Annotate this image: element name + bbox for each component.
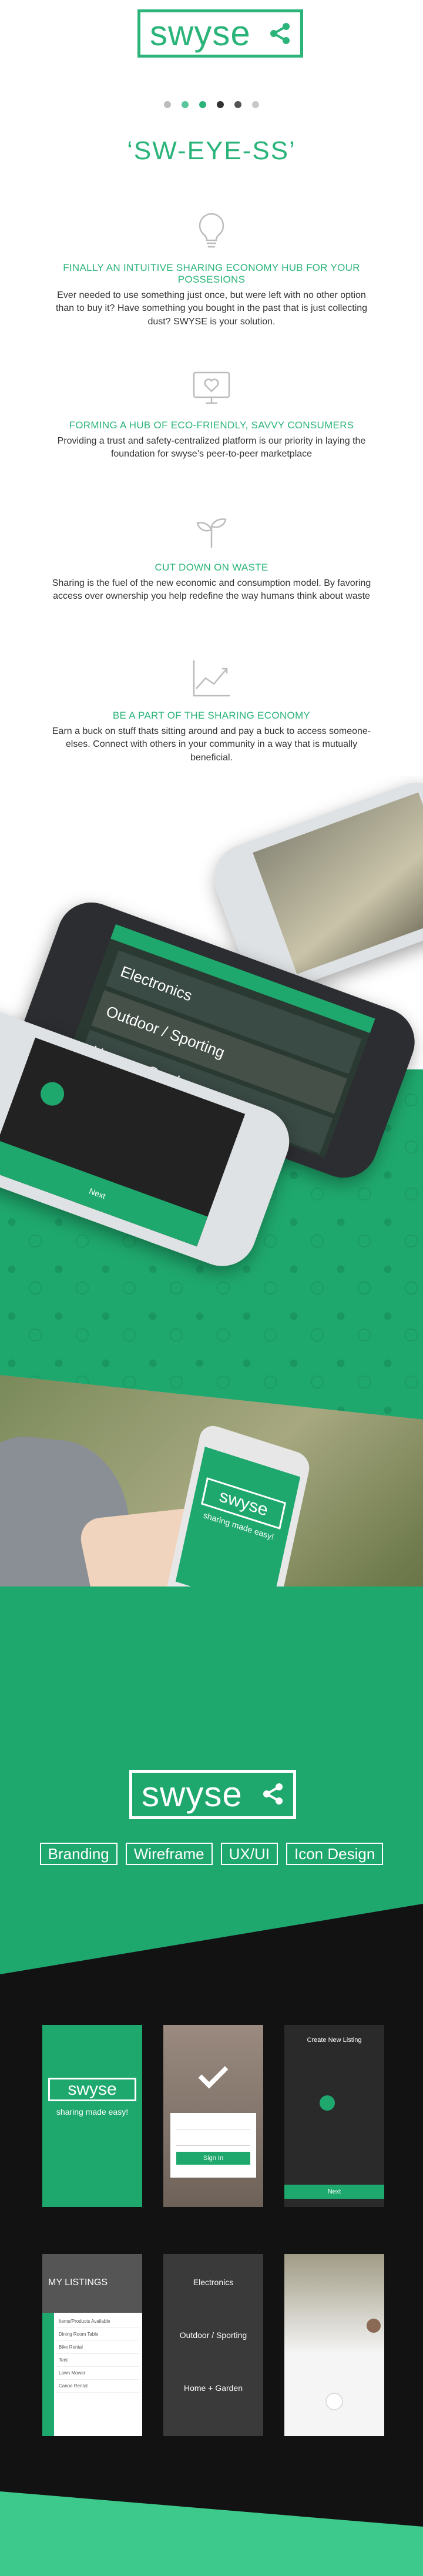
create-listing-title: Create New Listing [307, 2037, 362, 2044]
pagination-dot[interactable] [182, 101, 189, 108]
pagination-dots [0, 101, 423, 108]
share-icon [263, 1783, 283, 1804]
feature-body: Earn a buck on stuff thats sitting aroun… [52, 726, 371, 763]
signin-button[interactable]: Sign In [176, 2152, 250, 2165]
feature-title: FORMING A HUB OF ECO-FRIENDLY, SAVVY CON… [69, 420, 354, 431]
category-label[interactable]: Outdoor / Sporting [163, 2330, 263, 2340]
listing-list: Items/Products Available Dining Room Tabl… [56, 2315, 139, 2393]
feature-body: Ever needed to use something just once, … [55, 290, 368, 327]
heart-screen-icon [193, 371, 230, 404]
swyse-logo-white: swyse [129, 1770, 296, 1819]
next-label: Next [327, 2188, 341, 2195]
sprout-icon [196, 518, 227, 548]
heart-icon[interactable] [325, 2393, 343, 2410]
logo-wordmark: swyse [150, 14, 251, 53]
dark-panel [0, 1904, 423, 2576]
phone-screen [253, 792, 423, 974]
signin-label: Sign In [203, 2155, 224, 2162]
pagination-dot[interactable] [217, 101, 224, 108]
tile-logo: swyse [48, 2078, 136, 2101]
list-item[interactable]: Canoe Rental [56, 2380, 139, 2393]
pronunciation: ‘SW-EYE-SS’ [127, 136, 296, 165]
pagination-dot[interactable] [199, 101, 206, 108]
feature-title: CUT DOWN ON WASTE [155, 562, 268, 573]
screen-my-listings: MY LISTINGS Items/Products Available Dini… [42, 2254, 142, 2436]
email-field[interactable] [176, 2119, 250, 2129]
feature-title: BE A PART OF THE SHARING ECONOMY [112, 710, 311, 721]
pagination-dot[interactable] [252, 101, 259, 108]
category-label[interactable]: Electronics [163, 2278, 263, 2287]
list-item[interactable]: Items/Products Available [56, 2315, 139, 2328]
feature-block: FINALLY AN INTUITIVE SHARING ECONOMY HUB… [47, 207, 376, 328]
swyse-logo: swyse [137, 9, 303, 58]
feature-title: FINALLY AN INTUITIVE SHARING ECONOMY HUB… [63, 262, 360, 285]
screen-categories: Electronics Outdoor / Sporting Home + Ga… [163, 2254, 263, 2436]
service-tag: Branding [39, 1843, 118, 1865]
screen-create-listing: Create New Listing Next [284, 2025, 384, 2207]
feature-body: Sharing is the fuel of the new economic … [52, 578, 371, 602]
growth-chart-icon [193, 660, 230, 697]
list-item[interactable]: Bike Rental [56, 2341, 139, 2354]
service-tag: Icon Design [286, 1843, 384, 1865]
logo-wordmark: swyse [142, 1775, 243, 1814]
tile-tagline: sharing made easy! [56, 2107, 129, 2117]
feature-body: Providing a trust and safety-centralized… [57, 436, 366, 459]
next-button[interactable]: Next [284, 2185, 384, 2199]
service-tag: Wireframe [125, 1843, 213, 1865]
my-listings-title: MY LISTINGS [42, 2254, 142, 2313]
list-item[interactable]: Dining Room Table [56, 2328, 139, 2341]
page: swyse ‘SW-EYE-SS’ FINALLY AN INTUITIVE S… [0, 0, 423, 2576]
screen-splash: swyse sharing made easy! [42, 2025, 142, 2207]
add-photo-button[interactable] [320, 2095, 335, 2111]
lightbulb-icon [199, 213, 224, 248]
pagination-dot[interactable] [234, 101, 241, 108]
avatar [367, 2319, 381, 2333]
category-label[interactable]: Home + Garden [163, 2383, 263, 2393]
feature-block: BE A PART OF THE SHARING ECONOMY Earn a … [47, 655, 376, 764]
list-item[interactable]: Lawn Mower [56, 2367, 139, 2380]
category-label: Electronics [118, 962, 195, 1005]
pagination-dot[interactable] [164, 101, 171, 108]
screen-signin: Sign In [163, 2025, 263, 2207]
services-list: Branding Wireframe UX/UI Icon Design [0, 1843, 423, 1865]
service-tag: UX/UI [220, 1843, 278, 1865]
password-field[interactable] [176, 2135, 250, 2146]
feature-block: FORMING A HUB OF ECO-FRIENDLY, SAVVY CON… [47, 364, 376, 461]
next-label: Next [88, 1186, 108, 1201]
screen-listing-detail [284, 2254, 384, 2436]
list-item[interactable]: Tent [56, 2354, 139, 2367]
share-icon [270, 23, 290, 44]
signin-form: Sign In [170, 2113, 256, 2178]
check-icon [198, 2058, 229, 2089]
feature-block: CUT DOWN ON WASTE Sharing is the fuel of… [47, 507, 376, 603]
